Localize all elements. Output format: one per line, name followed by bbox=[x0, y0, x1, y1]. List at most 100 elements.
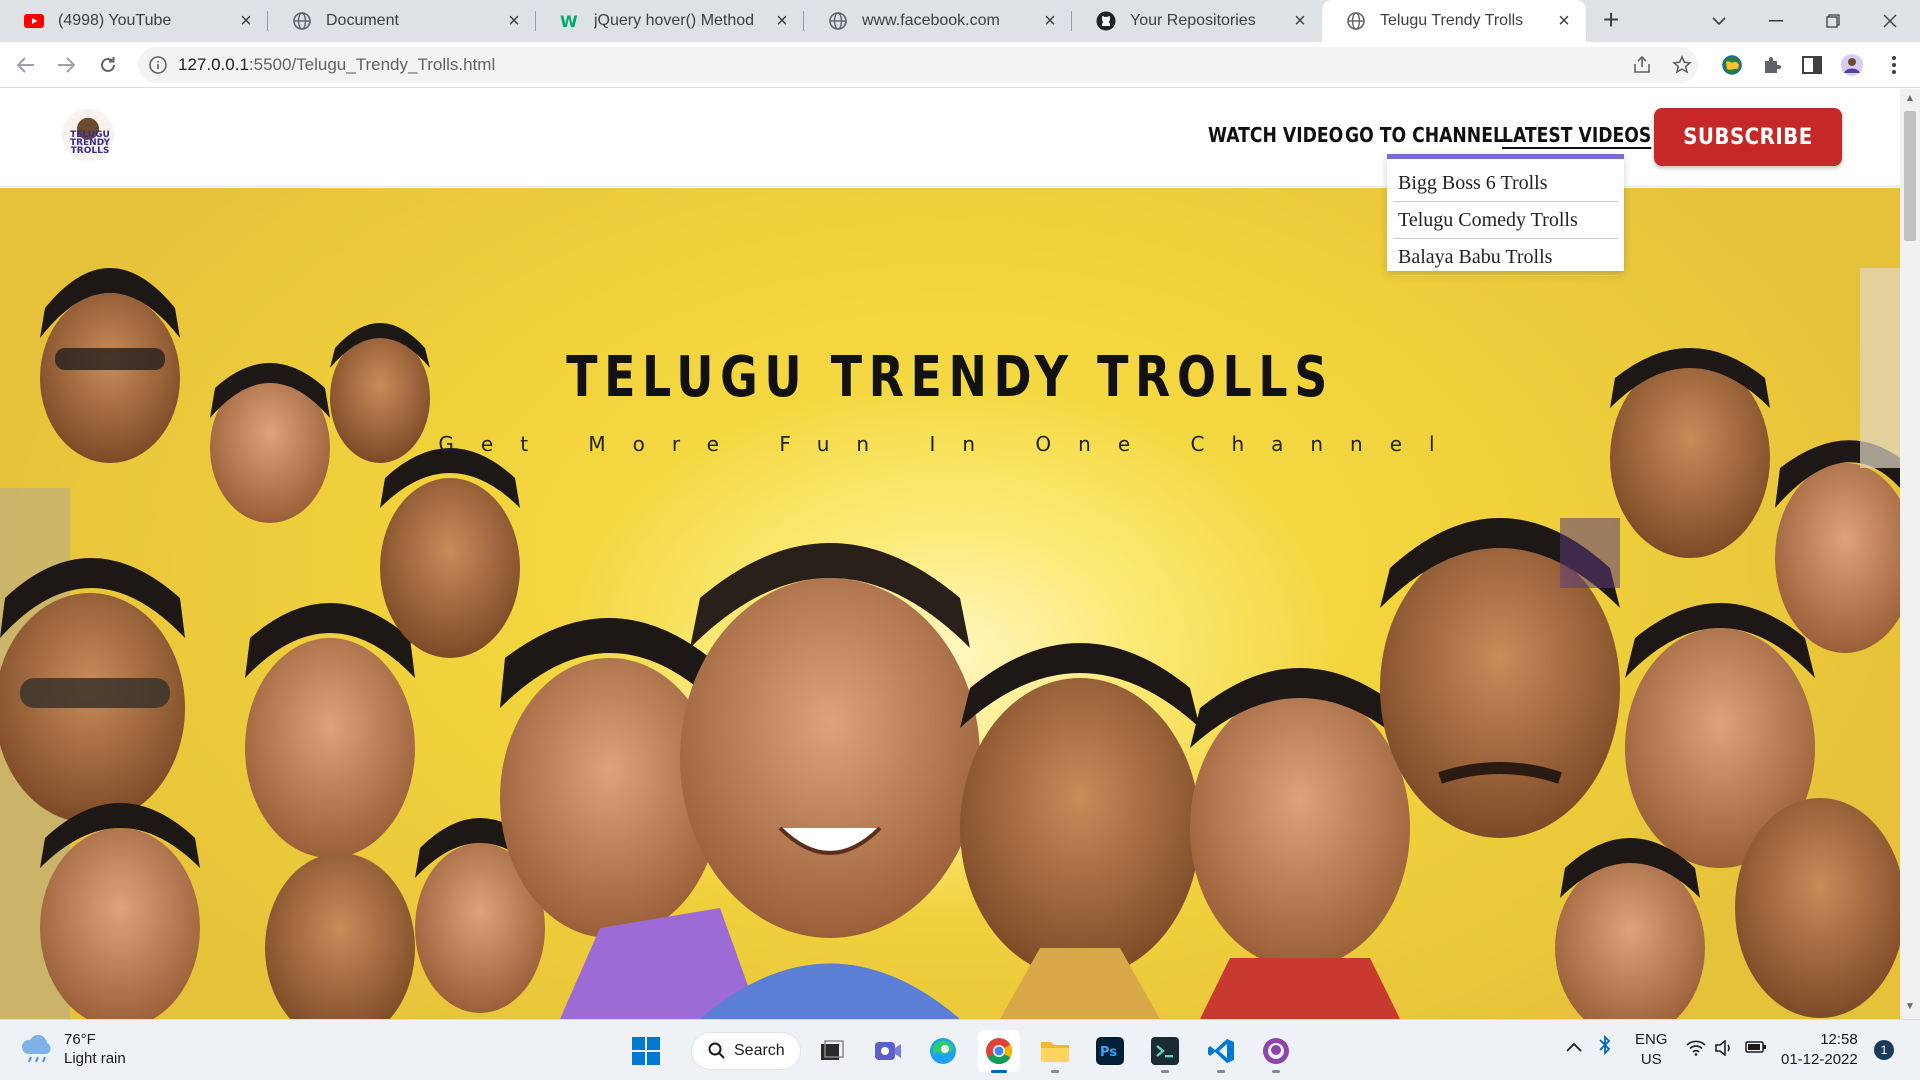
folder-icon bbox=[1041, 1042, 1069, 1062]
page-scrollbar[interactable]: ▲ ▼ bbox=[1900, 89, 1920, 1019]
running-indicator bbox=[1217, 1070, 1225, 1073]
file-explorer-button[interactable] bbox=[1034, 1030, 1076, 1073]
new-tab-button[interactable]: + bbox=[1596, 6, 1626, 36]
scrollbar-thumb[interactable] bbox=[1904, 111, 1916, 241]
share-icon[interactable] bbox=[1628, 51, 1656, 79]
profile-avatar-icon[interactable] bbox=[1838, 51, 1866, 79]
tab-document[interactable]: Document × bbox=[268, 0, 536, 42]
close-tab-icon[interactable]: × bbox=[236, 11, 256, 31]
close-tab-icon[interactable]: × bbox=[1040, 11, 1060, 31]
subscribe-label: SUBSCRIBE bbox=[1683, 124, 1813, 150]
tab-telugu-trendy-trolls[interactable]: Telugu Trendy Trolls × bbox=[1322, 0, 1586, 42]
nav-latest-videos[interactable]: LATEST VIDEOS bbox=[1502, 123, 1651, 147]
vscode-button[interactable] bbox=[1200, 1030, 1242, 1073]
volume-icon[interactable] bbox=[1714, 1039, 1734, 1062]
svg-text:W: W bbox=[560, 12, 578, 30]
hero-collage-image bbox=[0, 268, 1900, 1019]
terminal-icon bbox=[1151, 1037, 1179, 1065]
globe-icon bbox=[1346, 11, 1366, 31]
latest-videos-dropdown: Bigg Boss 6 Trolls Telugu Comedy Trolls … bbox=[1387, 154, 1624, 276]
photoshop-icon: Ps bbox=[1096, 1037, 1124, 1065]
subscribe-button[interactable]: SUBSCRIBE bbox=[1654, 108, 1842, 166]
reload-button[interactable] bbox=[92, 49, 124, 81]
tab-youtube[interactable]: (4998) YouTube × bbox=[0, 0, 268, 42]
hero-title: TELUGU TRENDY TROLLS bbox=[0, 345, 1900, 410]
vscode-icon bbox=[1208, 1039, 1234, 1063]
teams-chat-button[interactable] bbox=[867, 1030, 909, 1072]
tab-jquery-hover[interactable]: W jQuery hover() Method × bbox=[536, 0, 804, 42]
close-tab-icon[interactable]: × bbox=[1554, 11, 1574, 31]
battery-icon[interactable] bbox=[1745, 1040, 1767, 1060]
tab-facebook[interactable]: www.facebook.com × bbox=[804, 0, 1072, 42]
running-indicator bbox=[1272, 1070, 1280, 1073]
globe-icon bbox=[292, 11, 312, 31]
hero-title-text: TELUGU TRENDY TROLLS bbox=[566, 345, 1334, 410]
globe-icon bbox=[828, 11, 848, 31]
notification-badge[interactable]: 1 bbox=[1874, 1040, 1894, 1060]
edge-icon bbox=[930, 1038, 956, 1064]
back-button[interactable] bbox=[10, 49, 42, 81]
windows-logo-icon bbox=[632, 1037, 660, 1065]
running-indicator bbox=[1051, 1070, 1059, 1073]
extensions-puzzle-icon[interactable] bbox=[1758, 51, 1786, 79]
url-path: :5500/Telugu_Trendy_Trolls.html bbox=[248, 55, 496, 74]
wifi-icon[interactable] bbox=[1686, 1040, 1706, 1062]
windows-start-button[interactable] bbox=[625, 1030, 667, 1072]
video-chat-icon bbox=[875, 1042, 901, 1060]
terminal-app-button[interactable] bbox=[1144, 1030, 1186, 1073]
url-text: 127.0.0.1:5500/Telugu_Trendy_Trolls.html bbox=[178, 47, 495, 83]
task-view-icon bbox=[821, 1040, 844, 1060]
weather-temp: 76°F bbox=[64, 1031, 96, 1048]
bluetooth-icon[interactable] bbox=[1598, 1034, 1612, 1062]
address-bar[interactable]: 127.0.0.1:5500/Telugu_Trendy_Trolls.html bbox=[138, 47, 1698, 83]
chrome-menu-icon[interactable] bbox=[1880, 51, 1908, 79]
lang-primary: ENG bbox=[1635, 1031, 1668, 1048]
tab-strip: (4998) YouTube × Document × W jQuery hov… bbox=[0, 0, 1920, 42]
search-label: Search bbox=[734, 1042, 785, 1059]
github-icon bbox=[1096, 11, 1116, 31]
show-hidden-icons-chevron[interactable] bbox=[1566, 1038, 1582, 1058]
close-tab-icon[interactable]: × bbox=[504, 11, 524, 31]
close-window-button[interactable] bbox=[1865, 0, 1915, 42]
restore-button[interactable] bbox=[1808, 0, 1858, 42]
nav-go-to-channel[interactable]: GO TO CHANNEL bbox=[1345, 123, 1504, 147]
tab-github[interactable]: Your Repositories × bbox=[1072, 0, 1322, 42]
photoshop-button[interactable]: Ps bbox=[1089, 1030, 1131, 1072]
language-indicator[interactable]: ENG US bbox=[1635, 1030, 1668, 1070]
site-info-icon[interactable] bbox=[148, 55, 168, 75]
nav-watch-video[interactable]: WATCH VIDEO bbox=[1208, 123, 1343, 147]
side-panel-icon[interactable] bbox=[1798, 51, 1826, 79]
task-view-button[interactable] bbox=[811, 1030, 853, 1072]
url-host: 127.0.0.1 bbox=[178, 55, 249, 74]
taskbar-search[interactable]: Search bbox=[691, 1032, 801, 1070]
w3schools-icon: W bbox=[560, 11, 580, 31]
clock[interactable]: 12:58 01-12-2022 bbox=[1781, 1030, 1858, 1070]
channel-logo[interactable]: TELUGU TRENDY TROLLS bbox=[60, 107, 116, 163]
active-indicator bbox=[991, 1070, 1007, 1073]
close-tab-icon[interactable]: × bbox=[772, 11, 792, 31]
dropdown-item-telugu-comedy[interactable]: Telugu Comedy Trolls bbox=[1393, 202, 1618, 239]
minimize-button[interactable] bbox=[1751, 0, 1801, 42]
edge-browser-button[interactable] bbox=[922, 1030, 964, 1072]
weather-widget[interactable]: 76°F Light rain bbox=[20, 1030, 126, 1068]
tab-search-button[interactable] bbox=[1694, 0, 1744, 42]
clock-date: 01-12-2022 bbox=[1781, 1051, 1858, 1068]
extension-globe-icon[interactable] bbox=[1718, 51, 1746, 79]
weather-desc: Light rain bbox=[64, 1050, 126, 1067]
scroll-up-arrow[interactable]: ▲ bbox=[1904, 93, 1916, 105]
forward-button[interactable] bbox=[50, 49, 82, 81]
bookmark-star-icon[interactable] bbox=[1668, 51, 1696, 79]
dropdown-item-bigg-boss[interactable]: Bigg Boss 6 Trolls bbox=[1393, 165, 1618, 202]
dropdown-item-balaya-babu[interactable]: Balaya Babu Trolls bbox=[1393, 239, 1618, 276]
browser-toolbar: 127.0.0.1:5500/Telugu_Trendy_Trolls.html bbox=[0, 42, 1920, 88]
chrome-icon bbox=[986, 1038, 1013, 1065]
github-desktop-button[interactable] bbox=[1255, 1030, 1297, 1073]
hero-banner: TELUGU TRENDY TROLLS Get More Fun In One… bbox=[0, 188, 1900, 1019]
lang-secondary: US bbox=[1640, 1051, 1662, 1068]
scroll-down-arrow[interactable]: ▼ bbox=[1904, 1001, 1916, 1013]
search-icon bbox=[708, 1042, 725, 1059]
close-tab-icon[interactable]: × bbox=[1290, 11, 1310, 31]
rain-cloud-icon bbox=[21, 1035, 51, 1063]
running-indicator bbox=[1161, 1070, 1169, 1073]
chrome-browser-button[interactable] bbox=[978, 1030, 1020, 1073]
